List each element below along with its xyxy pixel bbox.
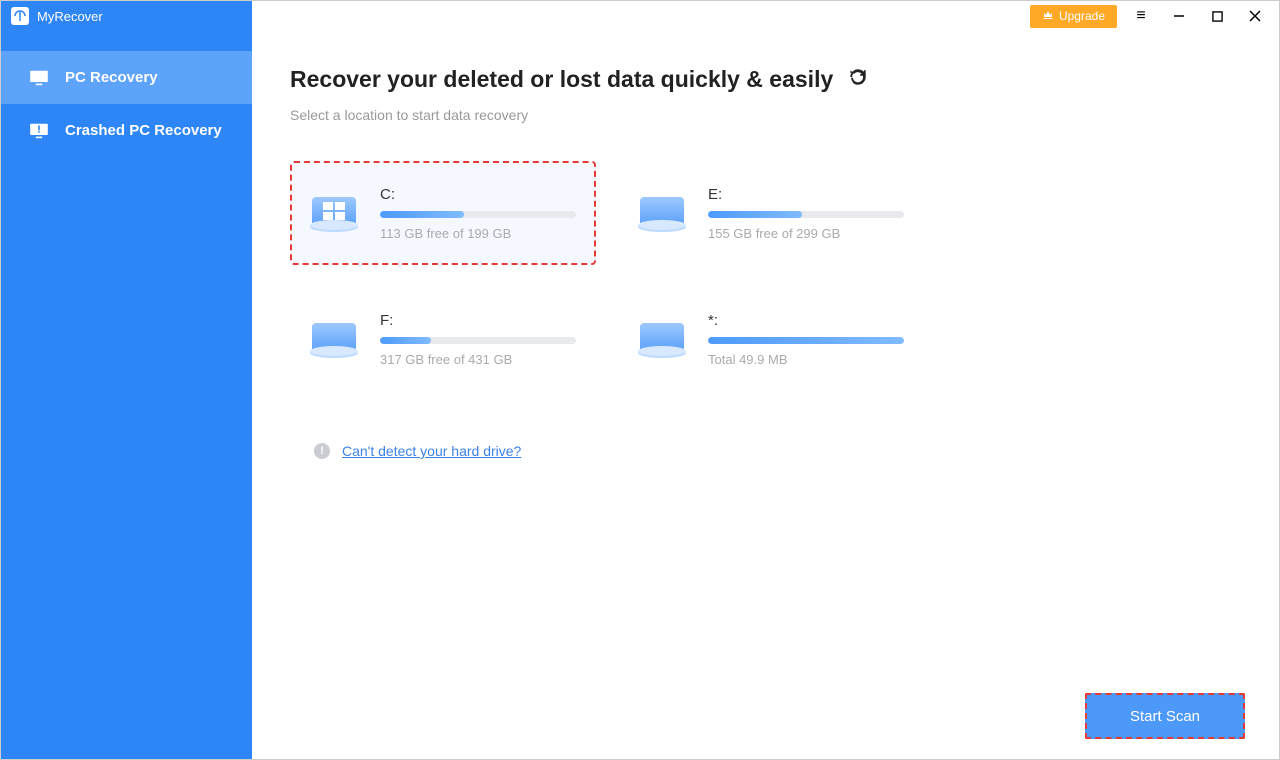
app-window: MyRecover Upgrade ≡ [0, 0, 1280, 760]
crown-icon [1042, 9, 1054, 24]
drive-capacity-bar [708, 337, 904, 344]
drive-card[interactable]: *: Total 49.9 MB [618, 287, 924, 391]
drive-label: F: [380, 312, 576, 329]
sidebar-item-pc-recovery[interactable]: PC Recovery [1, 51, 252, 104]
maximize-button[interactable] [1203, 4, 1231, 28]
drive-meta: 155 GB free of 299 GB [708, 226, 904, 241]
drive-capacity-fill [708, 337, 904, 344]
drive-label: C: [380, 186, 576, 203]
drive-meta: 317 GB free of 431 GB [380, 352, 576, 367]
drive-info: E: 155 GB free of 299 GB [708, 186, 904, 241]
sidebar-item-label: Crashed PC Recovery [65, 122, 222, 139]
minimize-button[interactable] [1165, 4, 1193, 28]
disk-icon [310, 319, 364, 359]
menu-button[interactable]: ≡ [1127, 4, 1155, 28]
drive-grid: C: 113 GB free of 199 GB E: 155 GB free … [290, 161, 1241, 391]
heading-text: Recover your deleted or lost data quickl… [290, 66, 833, 93]
titlebar-brand: MyRecover [1, 1, 252, 31]
titlebar: MyRecover Upgrade ≡ [1, 1, 1279, 31]
drive-capacity-fill [380, 211, 464, 218]
drive-label: *: [708, 312, 904, 329]
info-icon: ! [314, 443, 330, 459]
titlebar-controls: Upgrade ≡ [252, 4, 1279, 28]
drive-card[interactable]: E: 155 GB free of 299 GB [618, 161, 924, 265]
disk-icon [638, 319, 692, 359]
body: PC Recovery Crashed PC Recovery Recover … [1, 31, 1279, 759]
drive-capacity-bar [708, 211, 904, 218]
drive-capacity-bar [380, 211, 576, 218]
drive-meta: Total 49.9 MB [708, 352, 904, 367]
drive-info: C: 113 GB free of 199 GB [380, 186, 576, 241]
detect-row: ! Can't detect your hard drive? [290, 443, 1241, 459]
disk-icon [310, 193, 364, 233]
sidebar-item-crashed-recovery[interactable]: Crashed PC Recovery [1, 104, 252, 157]
close-button[interactable] [1241, 4, 1269, 28]
drive-card[interactable]: C: 113 GB free of 199 GB [290, 161, 596, 265]
sidebar-item-label: PC Recovery [65, 69, 158, 86]
sidebar: PC Recovery Crashed PC Recovery [1, 31, 252, 759]
upgrade-button[interactable]: Upgrade [1030, 5, 1117, 28]
app-logo-icon [11, 7, 29, 25]
drive-info: F: 317 GB free of 431 GB [380, 312, 576, 367]
page-subtitle: Select a location to start data recovery [290, 107, 1241, 123]
start-scan-button[interactable]: Start Scan [1085, 693, 1245, 739]
refresh-icon[interactable] [849, 68, 867, 92]
drive-capacity-fill [380, 337, 431, 344]
drive-capacity-bar [380, 337, 576, 344]
drive-card[interactable]: F: 317 GB free of 431 GB [290, 287, 596, 391]
upgrade-label: Upgrade [1059, 9, 1105, 23]
drive-capacity-fill [708, 211, 802, 218]
monitor-icon [29, 70, 49, 86]
detect-drive-link[interactable]: Can't detect your hard drive? [342, 443, 521, 459]
monitor-alert-icon [29, 123, 49, 139]
disk-icon [638, 193, 692, 233]
drive-meta: 113 GB free of 199 GB [380, 226, 576, 241]
page-heading: Recover your deleted or lost data quickl… [290, 66, 1241, 93]
main-panel: Recover your deleted or lost data quickl… [252, 31, 1279, 759]
app-name: MyRecover [37, 9, 103, 24]
drive-label: E: [708, 186, 904, 203]
drive-info: *: Total 49.9 MB [708, 312, 904, 367]
